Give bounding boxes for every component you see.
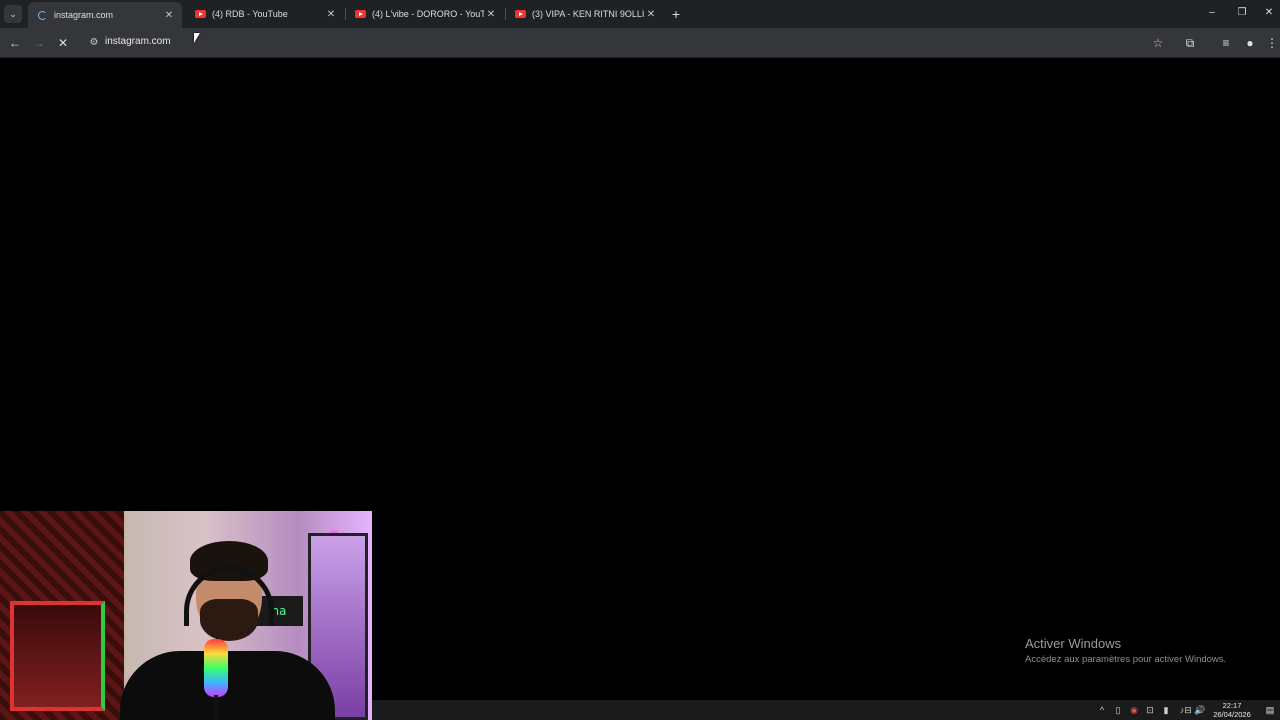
taskbar: ^ ▯ ◉ ⊡ ▮ ♪ ⊟ 🔊 22:17 26/04/2026 ▤ bbox=[372, 700, 1280, 720]
tab-search-button[interactable]: ⌄ bbox=[4, 5, 22, 23]
tab-title: instagram.com bbox=[54, 10, 114, 20]
close-tab-icon[interactable]: ✕ bbox=[324, 9, 338, 20]
forward-button[interactable]: → bbox=[29, 33, 49, 53]
browser-toolbar: ← → ✕ ⚙ instagram.com ☆ ⧉ ≡ ● ⋮ bbox=[0, 28, 1280, 58]
volume-icon[interactable]: 🔊 bbox=[1194, 704, 1206, 716]
rgb-microphone bbox=[204, 639, 228, 697]
mouse-cursor-icon bbox=[194, 33, 200, 43]
tab-title: (3) VIPA - KEN RITNI 9OLLI - ن bbox=[532, 8, 644, 19]
microphone-stand bbox=[214, 695, 218, 720]
microphone-icon[interactable]: ▮ bbox=[1160, 704, 1172, 716]
stop-loading-button[interactable]: ✕ bbox=[53, 33, 73, 53]
tab-rdb-youtube[interactable]: (4) RDB - YouTube ✕ bbox=[186, 2, 344, 26]
youtube-icon bbox=[194, 8, 206, 20]
webcam-overlay: na bbox=[0, 511, 372, 720]
close-tab-icon[interactable]: ✕ bbox=[484, 9, 498, 20]
bookmark-star-icon[interactable]: ☆ bbox=[1150, 35, 1166, 51]
close-tab-icon[interactable]: ✕ bbox=[162, 10, 176, 21]
tab-vipa-youtube[interactable]: (3) VIPA - KEN RITNI 9OLLI - ن ✕ bbox=[506, 2, 664, 26]
tab-title: (4) RDB - YouTube bbox=[212, 9, 288, 19]
taskbar-clock[interactable]: 22:17 26/04/2026 bbox=[1210, 701, 1254, 719]
window-close-button[interactable]: ✕ bbox=[1258, 4, 1280, 22]
show-hidden-icons-icon[interactable]: ^ bbox=[1096, 704, 1108, 716]
new-tab-button[interactable]: + bbox=[668, 6, 684, 22]
youtube-icon bbox=[514, 8, 526, 20]
app-tray-icon[interactable]: ◉ bbox=[1128, 704, 1140, 716]
tab-instagram[interactable]: instagram.com ✕ bbox=[28, 2, 182, 28]
battery-icon[interactable]: ▯ bbox=[1112, 704, 1124, 716]
watermark-title: Activer Windows bbox=[1025, 636, 1122, 651]
tab-strip: ⌄ instagram.com ✕ (4) RDB - YouTube ✕ (4… bbox=[0, 0, 1280, 28]
profile-avatar[interactable]: ● bbox=[1240, 33, 1260, 53]
loading-spinner-icon bbox=[36, 9, 48, 21]
media-control-icon[interactable]: ≡ bbox=[1216, 33, 1236, 53]
site-info-icon[interactable]: ⚙ bbox=[86, 35, 102, 51]
restore-button[interactable]: ❐ bbox=[1231, 4, 1253, 22]
activate-windows-watermark: Activer Windows Accédez aux paramètres p… bbox=[1025, 636, 1226, 665]
back-button[interactable]: ← bbox=[5, 33, 25, 53]
watermark-subtitle: Accédez aux paramètres pour activer Wind… bbox=[1025, 654, 1227, 665]
youtube-icon bbox=[354, 8, 366, 20]
extensions-icon[interactable]: ⧉ bbox=[1180, 33, 1200, 53]
tab-dororo-youtube[interactable]: (4) L'vibe - DORORO - YouTube ✕ bbox=[346, 2, 504, 26]
clock-date: 26/04/2026 bbox=[1213, 710, 1251, 719]
close-tab-icon[interactable]: ✕ bbox=[644, 9, 658, 20]
minimize-button[interactable]: – bbox=[1201, 4, 1223, 22]
address-bar[interactable]: ⚙ instagram.com ☆ bbox=[80, 31, 1174, 55]
lit-shelf-left bbox=[10, 601, 105, 711]
notification-center-icon[interactable]: ▤ bbox=[1264, 704, 1276, 716]
network-icon[interactable]: ⊟ bbox=[1182, 704, 1194, 716]
clock-time: 22:17 bbox=[1222, 701, 1242, 710]
app-tray-icon[interactable]: ⊡ bbox=[1144, 704, 1156, 716]
url-text[interactable]: instagram.com bbox=[105, 36, 171, 47]
tab-title: (4) L'vibe - DORORO - YouTube bbox=[372, 9, 484, 19]
menu-icon[interactable]: ⋮ bbox=[1264, 33, 1280, 53]
